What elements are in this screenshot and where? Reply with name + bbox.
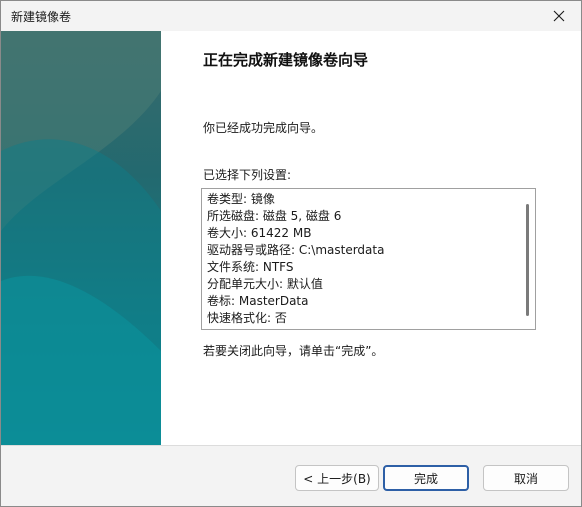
cancel-button[interactable]: 取消 xyxy=(483,465,569,491)
close-button[interactable] xyxy=(537,1,581,31)
wizard-content: 正在完成新建镜像卷向导 你已经成功完成向导。 已选择下列设置: 卷类型: 镜像 … xyxy=(161,31,581,445)
setting-line: 卷大小: 61422 MB xyxy=(207,226,312,240)
window-title: 新建镜像卷 xyxy=(11,10,72,24)
setting-line: 卷标: MasterData xyxy=(207,294,309,308)
finish-button[interactable]: 完成 xyxy=(383,465,469,491)
close-icon xyxy=(553,10,565,22)
setting-line: 驱动器号或路径: C:\masterdata xyxy=(207,243,385,257)
settings-textbox[interactable]: 卷类型: 镜像 所选磁盘: 磁盘 5, 磁盘 6 卷大小: 61422 MB 驱… xyxy=(201,188,536,330)
setting-line: 卷类型: 镜像 xyxy=(207,192,275,206)
settings-label: 已选择下列设置: xyxy=(203,168,292,182)
wizard-heading: 正在完成新建镜像卷向导 xyxy=(203,51,369,69)
wizard-sidebar-graphic xyxy=(1,31,161,445)
setting-line: 快速格式化: 否 xyxy=(207,311,287,325)
setting-line: 所选磁盘: 磁盘 5, 磁盘 6 xyxy=(207,209,342,223)
completion-message: 你已经成功完成向导。 xyxy=(203,121,324,135)
settings-list: 卷类型: 镜像 所选磁盘: 磁盘 5, 磁盘 6 卷大小: 61422 MB 驱… xyxy=(207,191,384,327)
settings-scrollbar[interactable] xyxy=(526,204,529,316)
back-button[interactable]: < 上一步(B) xyxy=(295,465,379,491)
setting-line: 文件系统: NTFS xyxy=(207,260,294,274)
close-hint: 若要关闭此向导，请单击“完成”。 xyxy=(203,344,384,358)
title-bar: 新建镜像卷 xyxy=(1,1,581,31)
button-bar: < 上一步(B) 完成 取消 xyxy=(1,445,581,506)
setting-line: 分配单元大小: 默认值 xyxy=(207,277,323,291)
wizard-window: 新建镜像卷 正在完成新建镜像卷向导 你已经成功完成向导。 已选择下列设置: 卷类… xyxy=(0,0,582,507)
